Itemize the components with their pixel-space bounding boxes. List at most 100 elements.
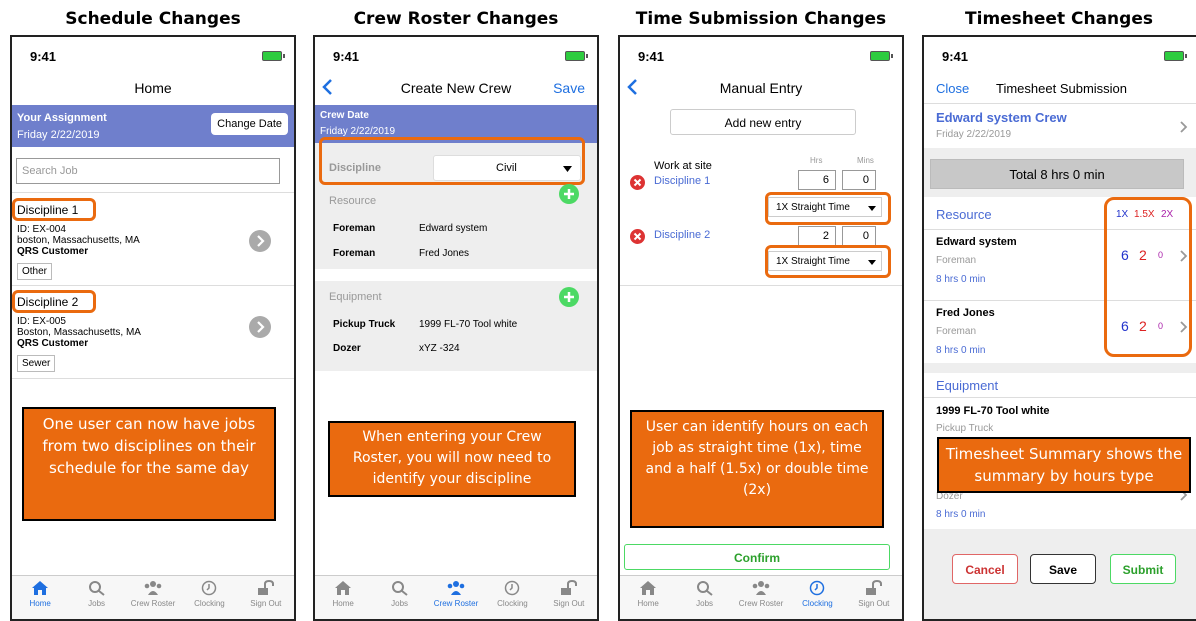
save-button[interactable]: Save [1030,554,1096,584]
phone-screen: 9:41 Close Timesheet Submission Edward s… [922,35,1196,621]
panel-heading: Schedule Changes [65,9,241,29]
hrs-label: Hrs [810,156,823,165]
person-name: Fred Jones [936,307,995,319]
search-icon [88,581,105,596]
tab-sign-out[interactable]: Sign Out [541,576,597,619]
highlight-box [319,137,585,185]
clock-icon [810,580,825,596]
lock-icon [257,580,274,595]
schedule-panel: Schedule Changes 9:41 Home Your Assignme… [10,0,296,621]
remove-icon[interactable] [630,229,645,244]
lock-icon [865,580,882,595]
equipment-name: 1999 FL-70 Tool white [936,405,1050,417]
crew-row[interactable]: Edward system Crew Friday 2/22/2019 [924,104,1196,148]
crew-roster-panel: Crew Roster Changes 9:41 Create New Crew… [313,0,599,621]
status-time: 9:41 [942,49,969,64]
equipment-type: Pickup Truck [936,423,994,434]
nav-title: Timesheet Submission [996,81,1128,96]
tab-clocking[interactable]: Clocking [181,576,237,619]
callout: One user can now have jobs from two disc… [22,407,276,521]
resource-role: Foreman [333,223,376,234]
confirm-button[interactable]: Confirm [624,544,890,570]
timesheet-panel: Timesheet Changes 9:41 Close Timesheet S… [922,0,1196,621]
cancel-button[interactable]: Cancel [952,554,1018,584]
home-icon [32,581,49,595]
callout: User can identify hours on each job as s… [630,410,884,528]
panel-heading: Time Submission Changes [635,9,887,29]
person-role: Foreman [936,255,977,266]
battery-icon [1164,51,1187,61]
close-button[interactable]: Close [936,81,969,96]
change-date-button[interactable]: Change Date [211,113,288,135]
save-button[interactable]: Save [553,80,585,96]
submit-button[interactable]: Submit [1110,554,1176,584]
hours-input[interactable]: 2 [798,226,836,246]
equipment-name: 1999 FL-70 Tool white [419,319,518,330]
tab-crew-roster[interactable]: Crew Roster [428,576,484,619]
tab-bar: Home Jobs Crew Roster Clocking Sign Out [315,575,597,619]
mins-label: Mins [857,156,874,165]
clock-icon [202,580,217,596]
add-entry-button[interactable]: Add new entry [670,109,856,135]
tab-home[interactable]: Home [620,576,676,619]
lock-icon [560,580,577,595]
entry-discipline: Discipline 1 [654,175,711,187]
work-at-site-label: Work at site [654,160,712,172]
resource-name: Edward system [419,223,488,234]
search-input[interactable]: Search Job [16,158,280,184]
status-time: 9:41 [333,49,360,64]
tab-bar: Home Jobs Crew Roster Clocking Sign Out [620,575,902,619]
equipment-label: Equipment [329,291,382,303]
highlight-box [12,198,96,221]
crew-name: Edward system Crew [936,110,1067,125]
list-item[interactable]: Discipline 2 ID: EX-005 Boston, Massachu… [12,286,294,378]
resource-role: Foreman [333,248,376,259]
section-gap [924,363,1196,373]
tab-home[interactable]: Home [315,576,371,619]
minutes-input[interactable]: 0 [842,170,876,190]
crew-date-label: Crew Date [320,110,369,121]
hours-input[interactable]: 6 [798,170,836,190]
list-item[interactable]: Foreman Edward system [315,217,597,241]
tab-home[interactable]: Home [12,576,68,619]
highlight-box [765,192,891,225]
minutes-input[interactable]: 0 [842,226,876,246]
assignment-date: Friday 2/22/2019 [17,129,100,141]
tab-clocking[interactable]: Clocking [484,576,540,619]
list-item[interactable]: Discipline 1 ID: EX-004 boston, Massachu… [12,193,294,285]
battery-icon [565,51,588,61]
status-time: 9:41 [638,49,665,64]
tab-jobs[interactable]: Jobs [676,576,732,619]
tab-jobs[interactable]: Jobs [68,576,124,619]
crew-date: Friday 2/22/2019 [936,129,1012,140]
tab-jobs[interactable]: Jobs [371,576,427,619]
highlight-box [12,290,96,313]
battery-icon [262,51,285,61]
remove-icon[interactable] [630,175,645,190]
status-time: 9:41 [30,49,57,64]
tab-crew-roster[interactable]: Crew Roster [125,576,181,619]
home-icon [335,581,352,595]
list-item[interactable]: Foreman Fred Jones [315,242,597,266]
tab-sign-out[interactable]: Sign Out [846,576,902,619]
chevron-right-icon[interactable] [249,230,271,252]
highlight-box [765,245,891,278]
tab-bar: Home Jobs Crew Roster Clocking Sign Out [12,575,294,619]
add-equipment-icon[interactable] [559,287,579,307]
time-submission-panel: Time Submission Changes 9:41 Manual Entr… [618,0,904,621]
crew-date: Friday 2/22/2019 [320,126,396,137]
chevron-right-icon[interactable] [249,316,271,338]
tab-clocking[interactable]: Clocking [789,576,845,619]
add-resource-icon[interactable] [559,184,579,204]
nav-title: Home [134,80,172,96]
callout: Timesheet Summary shows the summary by h… [937,437,1191,493]
equipment-type: Pickup Truck [333,319,396,330]
people-icon [447,581,465,595]
tab-crew-roster[interactable]: Crew Roster [733,576,789,619]
panel-heading: Crew Roster Changes [353,9,559,29]
job-id: ID: EX-005 [17,316,66,327]
resource-label: Resource [329,195,377,207]
job-location: boston, Massachusetts, MA [17,235,140,246]
battery-icon [870,51,893,61]
tab-sign-out[interactable]: Sign Out [238,576,294,619]
